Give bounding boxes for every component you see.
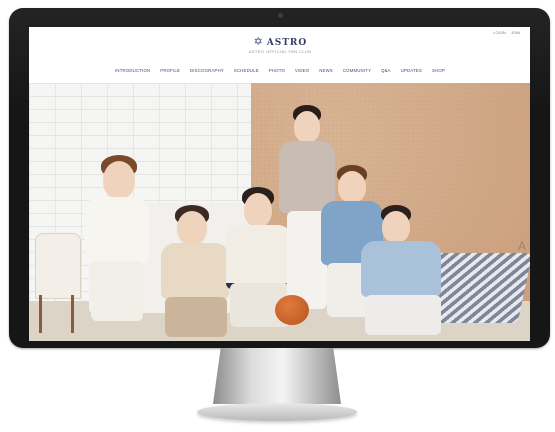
nav-introduction[interactable]: INTRODUCTION — [115, 68, 150, 73]
utility-links: LOGIN JOIN — [489, 30, 520, 35]
monitor-stand-base — [197, 403, 357, 421]
astro-a-icon: A — [517, 239, 526, 253]
nav-schedule[interactable]: SCHEDULE — [234, 68, 259, 73]
monitor-bezel: LOGIN JOIN ✡ ASTRO ASTRO OFFICIAL FAN CL… — [9, 8, 550, 348]
logo-text: ASTRO — [266, 37, 308, 48]
nav-qna[interactable]: Q&A — [381, 68, 391, 73]
person-6 — [355, 205, 445, 341]
chair-leg — [39, 295, 42, 333]
nav-video[interactable]: VIDEO — [295, 68, 309, 73]
login-link[interactable]: LOGIN — [493, 30, 505, 35]
nav-profile[interactable]: PROFILE — [160, 68, 180, 73]
monitor-stand-neck — [213, 348, 341, 404]
main-nav: INTRODUCTION PROFILE DISCOGRAPHY SCHEDUL… — [115, 68, 445, 73]
nav-shop[interactable]: SHOP — [432, 68, 445, 73]
webcam-icon — [277, 13, 283, 18]
star-emblem-icon: ✡ — [253, 36, 263, 48]
chair-leg — [71, 295, 74, 333]
hero-photo: A — [29, 83, 530, 341]
nav-discography[interactable]: DISCOGRAPHY — [190, 68, 224, 73]
logo-tagline: ASTRO OFFICIAL FAN CLUB — [248, 49, 312, 54]
nav-news[interactable]: NEWS — [319, 68, 333, 73]
nav-updates[interactable]: UPDATES — [401, 68, 422, 73]
site-header: LOGIN JOIN ✡ ASTRO ASTRO OFFICIAL FAN CL… — [29, 27, 530, 84]
join-link[interactable]: JOIN — [511, 30, 520, 35]
person-1 — [81, 155, 151, 331]
website-screen: LOGIN JOIN ✡ ASTRO ASTRO OFFICIAL FAN CL… — [29, 27, 530, 341]
chair — [35, 233, 81, 299]
knit-pouf — [275, 295, 309, 325]
person-2 — [159, 205, 231, 341]
nav-community[interactable]: COMMUNITY — [343, 68, 371, 73]
site-logo[interactable]: ✡ ASTRO ASTRO OFFICIAL FAN CLUB — [235, 36, 325, 55]
nav-photo[interactable]: PHOTO — [269, 68, 285, 73]
